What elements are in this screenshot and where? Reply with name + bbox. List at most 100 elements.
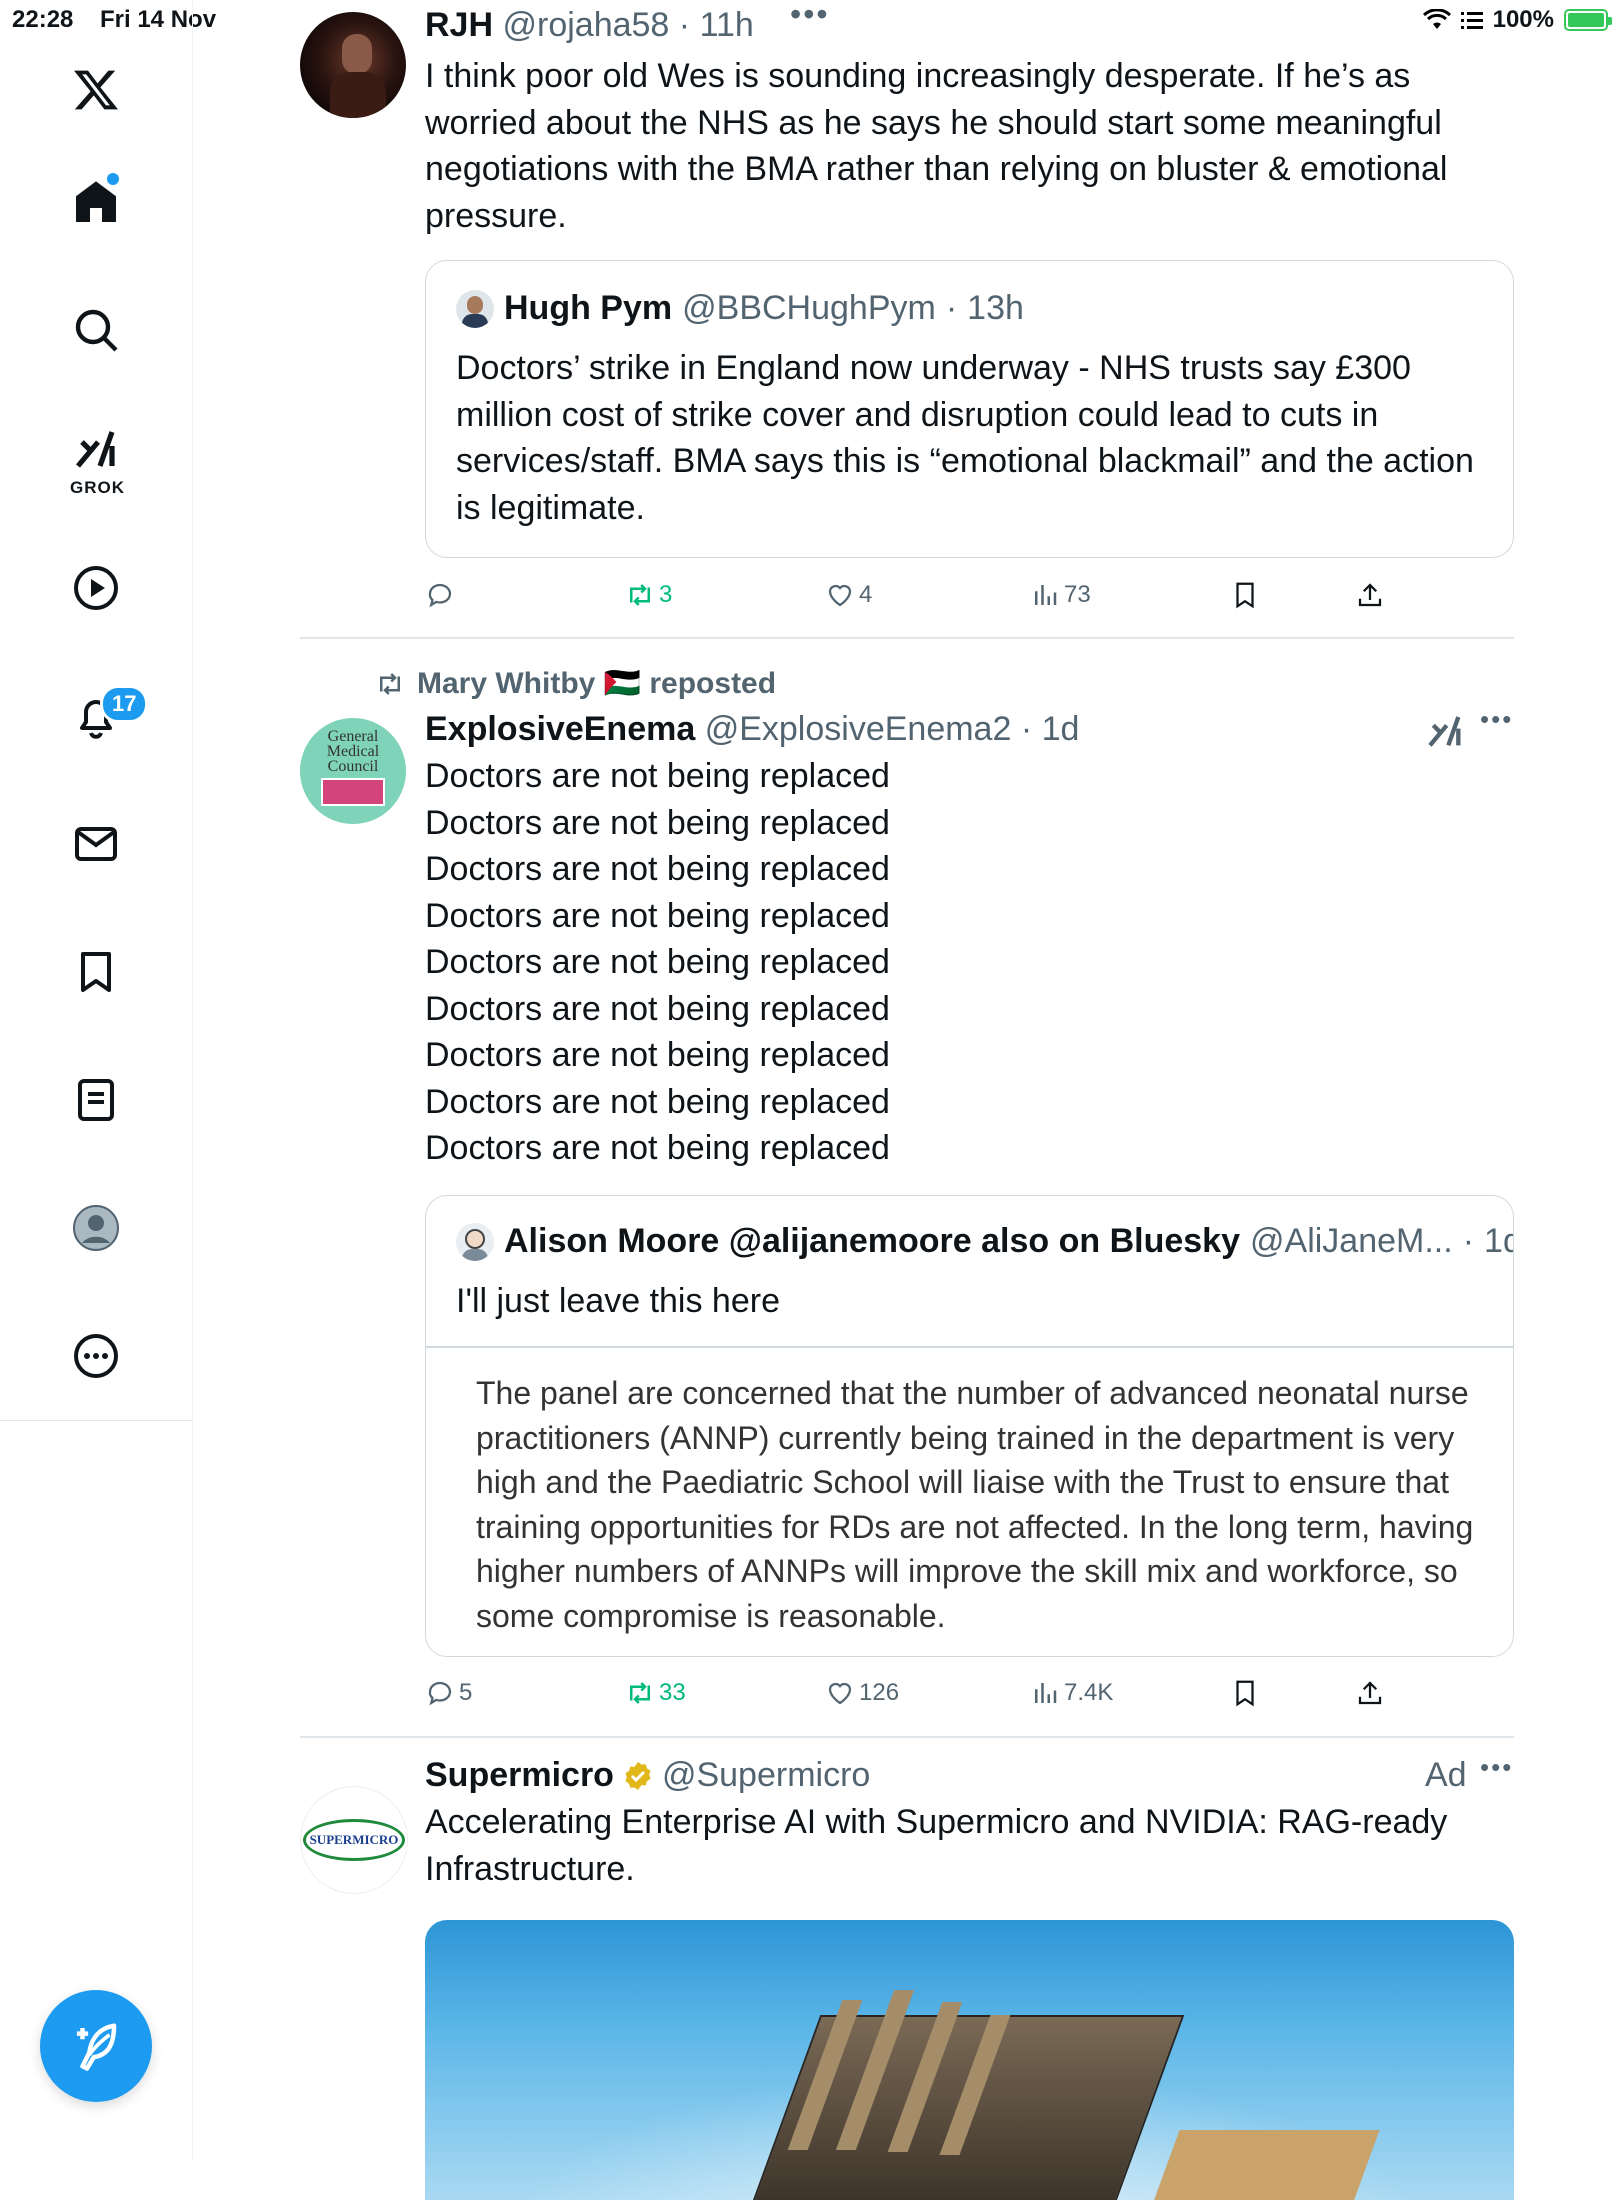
profile-icon[interactable] bbox=[66, 1198, 126, 1258]
quoted-author-handle: @AliJaneM... bbox=[1250, 1222, 1453, 1260]
home-unread-dot bbox=[107, 173, 119, 185]
messages-icon[interactable] bbox=[66, 814, 126, 874]
like-count: 4 bbox=[859, 581, 873, 608]
tweet-line: Doctors are not being replaced bbox=[425, 1082, 890, 1121]
reply-icon bbox=[428, 1681, 452, 1706]
author-name[interactable]: Supermicro bbox=[425, 1756, 614, 1795]
video-icon[interactable] bbox=[66, 558, 126, 618]
more-options-icon[interactable]: ••• bbox=[790, 0, 830, 33]
views-button[interactable]: 73 bbox=[1030, 580, 1091, 610]
reply-count: 5 bbox=[459, 1679, 473, 1706]
grok-label: GROK bbox=[70, 478, 125, 497]
sidebar-divider bbox=[0, 1420, 192, 1421]
compose-button[interactable] bbox=[40, 1990, 152, 2102]
repost-by-label[interactable]: Mary Whitby 🇵🇸 reposted bbox=[417, 666, 776, 701]
share-icon bbox=[1358, 583, 1382, 607]
lists-icon[interactable] bbox=[66, 1070, 126, 1130]
author-name[interactable]: ExplosiveEnema bbox=[425, 710, 695, 748]
tweet-actions: 5 33 126 7.4K bbox=[425, 1678, 1514, 1718]
views-button[interactable]: 7.4K bbox=[1030, 1678, 1113, 1708]
tweet-line: Doctors are not being replaced bbox=[425, 803, 890, 842]
repost-button[interactable]: 3 bbox=[625, 580, 672, 610]
x-logo-icon[interactable] bbox=[66, 60, 126, 120]
repost-icon bbox=[630, 584, 650, 606]
compose-icon bbox=[76, 2023, 117, 2071]
separator-dot: · bbox=[669, 6, 700, 44]
ad-media-image[interactable] bbox=[425, 1920, 1514, 2200]
avatar[interactable] bbox=[300, 12, 406, 118]
more-icon[interactable] bbox=[66, 1326, 126, 1386]
tweet-line: Doctors are not being replaced bbox=[425, 1036, 890, 1074]
like-button[interactable]: 126 bbox=[825, 1678, 899, 1708]
battery-icon bbox=[1564, 9, 1612, 31]
reply-button[interactable] bbox=[425, 580, 459, 610]
quoted-avatar bbox=[456, 289, 494, 328]
heart-icon bbox=[828, 584, 852, 607]
avatar-text-line: Medical bbox=[326, 742, 380, 760]
quoted-text: Doctors’ strike in England now underway … bbox=[456, 349, 1474, 527]
avatar-text-line: General bbox=[327, 727, 379, 745]
author-handle[interactable]: @rojaha58 bbox=[502, 6, 669, 44]
share-button[interactable] bbox=[1355, 580, 1385, 610]
quoted-time: 1d bbox=[1484, 1222, 1513, 1260]
author-handle[interactable]: @ExplosiveEnema2 bbox=[705, 710, 1012, 748]
sidebar: GROK 17 bbox=[0, 0, 193, 2160]
bookmarks-icon[interactable] bbox=[66, 942, 126, 1002]
separator-dot: · bbox=[1462, 1222, 1475, 1260]
tweet-line: Doctors are not being replaced bbox=[425, 850, 890, 888]
tweet-line: Doctors are not being replaced bbox=[425, 757, 890, 795]
avatar-text-line: Council bbox=[327, 757, 379, 775]
grok-icon[interactable] bbox=[66, 420, 126, 480]
tweet-line: Doctors are not being replaced bbox=[425, 989, 890, 1028]
avatar[interactable]: General Medical Council bbox=[300, 718, 406, 824]
grok-icon[interactable] bbox=[1425, 712, 1465, 752]
tweet-text: I think poor old Wes is sounding increas… bbox=[425, 57, 1448, 235]
quoted-image-text[interactable]: The panel are concerned that the number … bbox=[476, 1371, 1476, 1638]
like-button[interactable]: 4 bbox=[825, 580, 872, 610]
share-icon bbox=[1358, 1681, 1382, 1705]
search-icon[interactable] bbox=[66, 300, 126, 360]
tweet-line: Doctors are not being replaced bbox=[425, 1129, 890, 1167]
quoted-time: 13h bbox=[967, 289, 1024, 327]
quoted-author-name: Alison Moore @alijanemoore also on Blues… bbox=[504, 1222, 1240, 1260]
tweet-time[interactable]: 11h bbox=[700, 6, 754, 44]
quoted-tweet-header: Alison Moore @alijanemoore also on Blues… bbox=[456, 1222, 1513, 1261]
repost-context: Mary Whitby 🇵🇸 reposted bbox=[375, 666, 776, 701]
more-options-icon[interactable]: ••• bbox=[1480, 704, 1513, 735]
views-icon bbox=[1035, 585, 1057, 605]
like-count: 126 bbox=[859, 1679, 900, 1706]
repost-icon bbox=[630, 1682, 650, 1704]
quoted-author-name: Hugh Pym bbox=[504, 289, 673, 327]
tweet-time[interactable]: 1d bbox=[1042, 710, 1080, 748]
tweet-divider bbox=[300, 637, 1514, 639]
views-count: 7.4K bbox=[1064, 1679, 1114, 1706]
verified-gold-icon bbox=[625, 1761, 651, 1790]
views-icon bbox=[1035, 1683, 1057, 1703]
heart-icon bbox=[828, 1682, 852, 1705]
notifications-badge: 17 bbox=[100, 685, 149, 723]
bookmark-button[interactable] bbox=[1230, 1678, 1260, 1708]
repost-count: 33 bbox=[659, 1679, 686, 1706]
quoted-tweet[interactable]: Alison Moore @alijanemoore also on Blues… bbox=[425, 1195, 1514, 1657]
avatar[interactable]: SUPERMICRO bbox=[300, 1786, 408, 1894]
repost-count: 3 bbox=[659, 581, 673, 608]
repost-icon bbox=[380, 672, 400, 695]
separator-dot: · bbox=[1011, 710, 1042, 748]
quoted-tweet-header: Hugh Pym @BBCHughPym · 13h bbox=[456, 289, 1024, 328]
share-button[interactable] bbox=[1355, 1678, 1385, 1708]
author-handle[interactable]: @Supermicro bbox=[662, 1756, 870, 1795]
views-count: 73 bbox=[1064, 581, 1091, 608]
reply-button[interactable]: 5 bbox=[425, 1678, 472, 1708]
bookmark-button[interactable] bbox=[1230, 580, 1260, 610]
tweet-header: RJH @rojaha58 · 11h bbox=[425, 6, 1514, 45]
more-options-icon[interactable]: ••• bbox=[1480, 1752, 1513, 1783]
quoted-text: I'll just leave this here bbox=[456, 1282, 780, 1320]
repost-button[interactable]: 33 bbox=[625, 1678, 686, 1708]
tweet-line: Doctors are not being replaced bbox=[425, 896, 890, 935]
quote-media-divider bbox=[426, 1346, 1513, 1348]
ad-label: Ad bbox=[1425, 1756, 1467, 1794]
quoted-tweet[interactable]: Hugh Pym @BBCHughPym · 13h Doctors’ strike… bbox=[425, 260, 1514, 558]
tweet-divider bbox=[300, 1736, 1514, 1738]
quoted-avatar bbox=[456, 1222, 494, 1261]
author-name[interactable]: RJH bbox=[425, 6, 493, 44]
